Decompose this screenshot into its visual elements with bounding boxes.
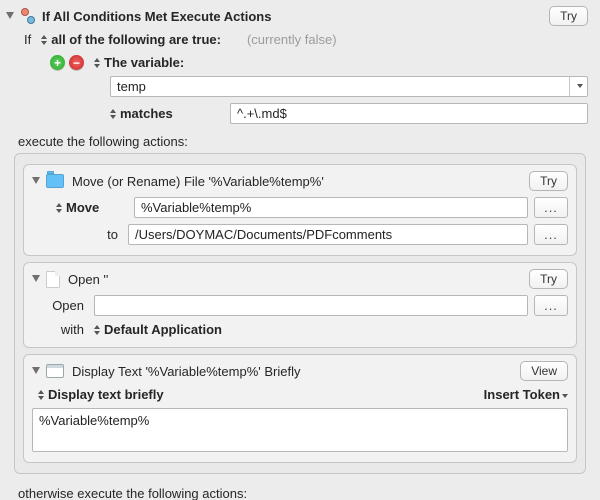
- if-label: If: [24, 32, 31, 47]
- matches-row: matches ^.+\.md$: [0, 97, 600, 124]
- disclosure-triangle-icon[interactable]: [32, 367, 40, 374]
- remove-condition-button[interactable]: −: [69, 55, 84, 70]
- move-action: Move (or Rename) File '%Variable%temp%' …: [23, 164, 577, 256]
- try-button[interactable]: Try: [529, 269, 568, 289]
- pattern-value: ^.+\.md$: [237, 106, 287, 121]
- stepper-icon[interactable]: [110, 109, 116, 119]
- condition-status: (currently false): [247, 32, 337, 47]
- insert-token-button[interactable]: Insert Token: [484, 387, 568, 402]
- stepper-icon[interactable]: [41, 35, 47, 45]
- browse-button[interactable]: ...: [534, 224, 568, 245]
- display-text-action: Display Text '%Variable%temp%' Briefly V…: [23, 354, 577, 463]
- execute-label: execute the following actions:: [0, 124, 600, 153]
- chevron-down-icon[interactable]: [569, 77, 587, 96]
- window-icon: [46, 364, 64, 378]
- view-button[interactable]: View: [520, 361, 568, 381]
- move-source-field[interactable]: %Variable%temp%: [134, 197, 528, 218]
- disclosure-triangle-icon[interactable]: [32, 275, 40, 282]
- match-operator[interactable]: matches: [120, 106, 230, 121]
- insert-token-label: Insert Token: [484, 387, 560, 402]
- header-row: If All Conditions Met Execute Actions Tr…: [0, 0, 600, 28]
- the-variable-label[interactable]: The variable:: [104, 55, 184, 70]
- pattern-field[interactable]: ^.+\.md$: [230, 103, 588, 124]
- add-condition-button[interactable]: +: [50, 55, 65, 70]
- stepper-icon[interactable]: [94, 325, 100, 335]
- folder-icon: [46, 174, 64, 188]
- move-verb[interactable]: Move: [66, 200, 134, 215]
- move-dest-value: /Users/DOYMAC/Documents/PDFcomments: [135, 227, 392, 242]
- variable-name-row: temp: [0, 72, 600, 97]
- action-title: If All Conditions Met Execute Actions: [42, 9, 271, 24]
- to-label: to: [32, 227, 128, 242]
- open-path-field[interactable]: [94, 295, 528, 316]
- try-button[interactable]: Try: [549, 6, 588, 26]
- open-with-app[interactable]: Default Application: [104, 322, 222, 337]
- move-action-title: Move (or Rename) File '%Variable%temp%': [72, 174, 324, 189]
- variable-condition-row: + − The variable:: [0, 49, 600, 72]
- browse-button[interactable]: ...: [534, 295, 568, 316]
- file-icon: [46, 271, 60, 288]
- workflow-editor: If All Conditions Met Execute Actions Tr…: [0, 0, 600, 500]
- condition-row: If all of the following are true: (curre…: [0, 28, 600, 49]
- if-icon: [18, 7, 36, 25]
- stepper-icon[interactable]: [38, 390, 44, 400]
- display-action-title: Display Text '%Variable%temp%' Briefly: [72, 364, 300, 379]
- open-action-title: Open '': [68, 272, 108, 287]
- display-mode[interactable]: Display text briefly: [48, 387, 164, 402]
- move-source-value: %Variable%temp%: [141, 200, 251, 215]
- disclosure-triangle-icon[interactable]: [32, 177, 40, 184]
- variable-name-field[interactable]: temp: [110, 76, 588, 97]
- then-actions-panel: Move (or Rename) File '%Variable%temp%' …: [14, 153, 586, 474]
- browse-button[interactable]: ...: [534, 197, 568, 218]
- chevron-down-icon: [562, 394, 568, 398]
- move-dest-field[interactable]: /Users/DOYMAC/Documents/PDFcomments: [128, 224, 528, 245]
- display-text-field[interactable]: %Variable%temp%: [32, 408, 568, 452]
- display-text-value: %Variable%temp%: [39, 413, 149, 428]
- variable-name-value: temp: [117, 79, 569, 94]
- open-action: Open '' Try Open ... with Default Applic…: [23, 262, 577, 348]
- with-label: with: [32, 322, 94, 337]
- stepper-icon[interactable]: [56, 203, 62, 213]
- quantifier-label[interactable]: all of the following are true:: [51, 32, 221, 47]
- otherwise-label: otherwise execute the following actions:: [0, 474, 600, 500]
- stepper-icon[interactable]: [94, 58, 100, 68]
- open-label: Open: [32, 298, 94, 313]
- try-button[interactable]: Try: [529, 171, 568, 191]
- disclosure-triangle-icon[interactable]: [6, 12, 14, 19]
